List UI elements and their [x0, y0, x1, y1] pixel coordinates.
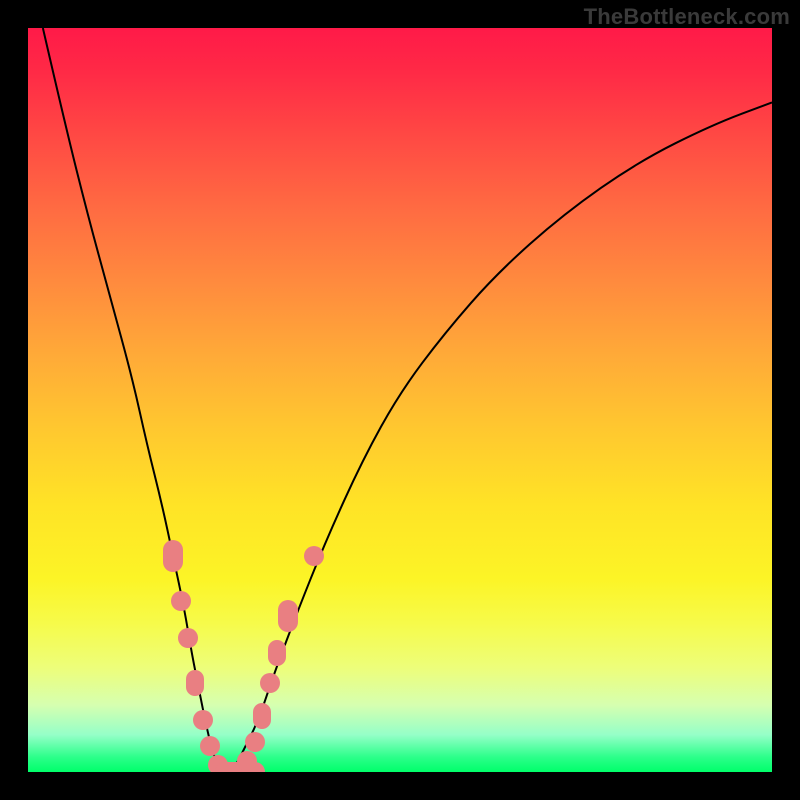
data-marker	[178, 628, 198, 648]
data-marker	[200, 736, 220, 756]
data-marker	[193, 710, 213, 730]
data-marker	[163, 540, 183, 572]
data-marker	[260, 673, 280, 693]
data-marker	[245, 732, 265, 752]
plot-area	[28, 28, 772, 772]
markers-layer	[28, 28, 772, 772]
chart-frame: TheBottleneck.com	[0, 0, 800, 800]
data-marker	[253, 703, 271, 729]
data-marker	[171, 591, 191, 611]
data-marker	[268, 640, 286, 666]
data-marker	[304, 546, 324, 566]
watermark-text: TheBottleneck.com	[584, 4, 790, 30]
data-marker	[186, 670, 204, 696]
data-marker	[278, 600, 298, 632]
